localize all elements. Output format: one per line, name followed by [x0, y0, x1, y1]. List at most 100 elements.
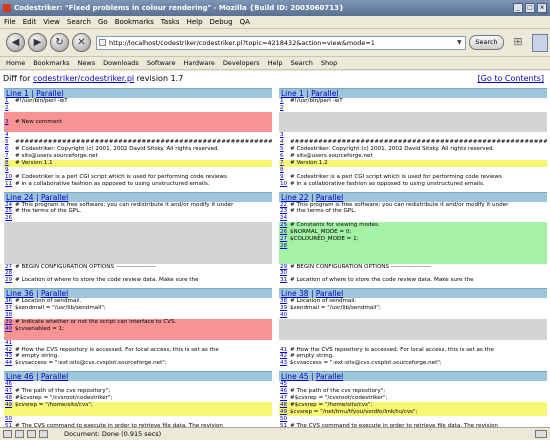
search-button[interactable]: Search [469, 35, 504, 50]
line-number-link[interactable]: 50 [5, 416, 15, 423]
line-number-link[interactable]: 28 [5, 270, 15, 277]
stop-button[interactable]: ✕ [72, 33, 91, 52]
line-number-link[interactable]: 26 [5, 215, 15, 222]
forward-button[interactable]: ▶ [28, 33, 47, 52]
line-number-link[interactable]: 43 [280, 360, 290, 367]
bookmark-software[interactable]: Software [147, 57, 176, 69]
back-button[interactable]: ◀ [6, 33, 25, 52]
mail-icon[interactable] [15, 430, 24, 438]
addressbook-icon[interactable] [39, 430, 48, 438]
line-number-link[interactable]: 43 [5, 353, 15, 360]
line-number-link[interactable]: 42 [5, 347, 15, 354]
line-link[interactable]: Line 46 [6, 372, 34, 381]
line-number-link[interactable]: 7 [5, 153, 15, 160]
line-number-link[interactable]: 37 [5, 305, 15, 312]
parallel-link[interactable]: Parallel [316, 372, 343, 381]
parallel-link[interactable]: Parallel [311, 89, 338, 98]
reload-button[interactable]: ↻ [50, 33, 69, 52]
line-number-link[interactable]: 42 [280, 353, 290, 360]
line-number-link[interactable]: 7 [280, 160, 290, 167]
line-number-link[interactable]: 47 [280, 395, 290, 402]
line-number-link[interactable]: 41 [280, 347, 290, 354]
composer-icon[interactable] [27, 430, 36, 438]
go-to-contents-link[interactable]: [Go to Contents] [478, 74, 544, 83]
line-number-link[interactable]: 46 [280, 388, 290, 395]
line-number-link[interactable]: 8 [5, 160, 15, 167]
bookmark-search[interactable]: Search [291, 57, 313, 69]
line-number-link[interactable]: 6 [280, 153, 290, 160]
line-number-link[interactable]: 27 [5, 264, 15, 271]
bookmark-developers[interactable]: Developers [223, 57, 260, 69]
line-number-link[interactable]: 2 [280, 105, 290, 112]
line-number-link[interactable]: 36 [5, 298, 15, 305]
line-number-link[interactable]: 38 [5, 312, 15, 319]
menu-item-help[interactable]: Help [187, 16, 203, 28]
menu-item-view[interactable]: View [43, 16, 60, 28]
line-link[interactable]: Line 22 [281, 193, 309, 202]
chevron-down-icon[interactable]: ▼ [457, 37, 465, 49]
bookmark-help[interactable]: Help [268, 57, 283, 69]
line-number-link[interactable]: 2 [5, 105, 15, 112]
parallel-link[interactable]: Parallel [316, 289, 343, 298]
line-number-link[interactable]: 39 [5, 319, 15, 326]
bookmark-bookmarks[interactable]: Bookmarks [33, 57, 69, 69]
line-number-link[interactable]: 48 [5, 395, 15, 402]
line-number-link[interactable]: 3 [280, 132, 290, 139]
menu-item-file[interactable]: File [4, 16, 16, 28]
line-number-link[interactable]: 5 [5, 139, 15, 146]
bookmark-downloads[interactable]: Downloads [103, 57, 139, 69]
menu-item-tasks[interactable]: Tasks [161, 16, 180, 28]
bookmark-news[interactable]: News [78, 57, 96, 69]
line-number-link[interactable]: 40 [280, 312, 290, 319]
line-number-link[interactable]: 24 [280, 215, 290, 222]
line-number-link[interactable]: 1 [5, 98, 15, 105]
line-number-link[interactable]: 48 [280, 402, 290, 409]
close-button[interactable]: × [537, 3, 547, 13]
line-number-link[interactable]: 50 [280, 416, 290, 423]
line-number-link[interactable]: 38 [280, 298, 290, 305]
line-number-link[interactable]: 4 [5, 132, 15, 139]
navigator-icon[interactable] [3, 430, 12, 438]
sidebar-icon[interactable]: ⊞ [510, 35, 526, 50]
line-number-link[interactable]: 49 [5, 402, 15, 409]
line-number-link[interactable]: 8 [280, 167, 290, 174]
url-field[interactable]: http://localhost/codestriker/codestriker… [96, 36, 466, 50]
line-number-link[interactable]: 28 [280, 243, 290, 250]
line-number-link[interactable]: 47 [5, 388, 15, 395]
line-number-link[interactable]: 25 [280, 222, 290, 229]
line-number-link[interactable]: 40 [5, 326, 15, 333]
line-number-link[interactable]: 25 [5, 208, 15, 215]
line-number-link[interactable]: 11 [5, 181, 15, 188]
bookmark-shop[interactable]: Shop [321, 57, 337, 69]
line-number-link[interactable]: 10 [5, 174, 15, 181]
line-number-link[interactable]: 24 [5, 202, 15, 209]
line-link[interactable]: Line 24 [6, 193, 34, 202]
line-number-link[interactable]: 22 [280, 202, 290, 209]
bookmark-hardware[interactable]: Hardware [183, 57, 214, 69]
line-number-link[interactable]: 26 [280, 229, 290, 236]
line-number-link[interactable]: 9 [280, 174, 290, 181]
line-link[interactable]: Line 36 [6, 289, 34, 298]
line-number-link[interactable]: 29 [280, 264, 290, 271]
file-link[interactable]: codestriker/codestriker.pl [33, 74, 134, 83]
line-number-link[interactable]: 5 [280, 146, 290, 153]
line-number-link[interactable]: 3 [5, 119, 15, 126]
line-number-link[interactable]: 6 [5, 146, 15, 153]
line-link[interactable]: Line 45 [281, 372, 309, 381]
line-link[interactable]: Line 1 [281, 89, 304, 98]
bookmark-home[interactable]: Home [6, 57, 25, 69]
menu-item-edit[interactable]: Edit [23, 16, 37, 28]
line-number-link[interactable]: 27 [280, 236, 290, 243]
line-number-link[interactable]: 45 [280, 381, 290, 388]
minimize-button[interactable]: _ [513, 3, 523, 13]
menu-item-debug[interactable]: Debug [210, 16, 233, 28]
parallel-link[interactable]: Parallel [316, 193, 343, 202]
line-number-link[interactable]: 44 [5, 360, 15, 367]
parallel-link[interactable]: Parallel [41, 289, 68, 298]
line-number-link[interactable]: 46 [5, 381, 15, 388]
line-number-link[interactable]: 4 [280, 139, 290, 146]
menu-item-go[interactable]: Go [98, 16, 108, 28]
line-number-link[interactable]: 9 [5, 167, 15, 174]
line-link[interactable]: Line 38 [281, 289, 309, 298]
menu-item-qa[interactable]: QA [240, 16, 250, 28]
